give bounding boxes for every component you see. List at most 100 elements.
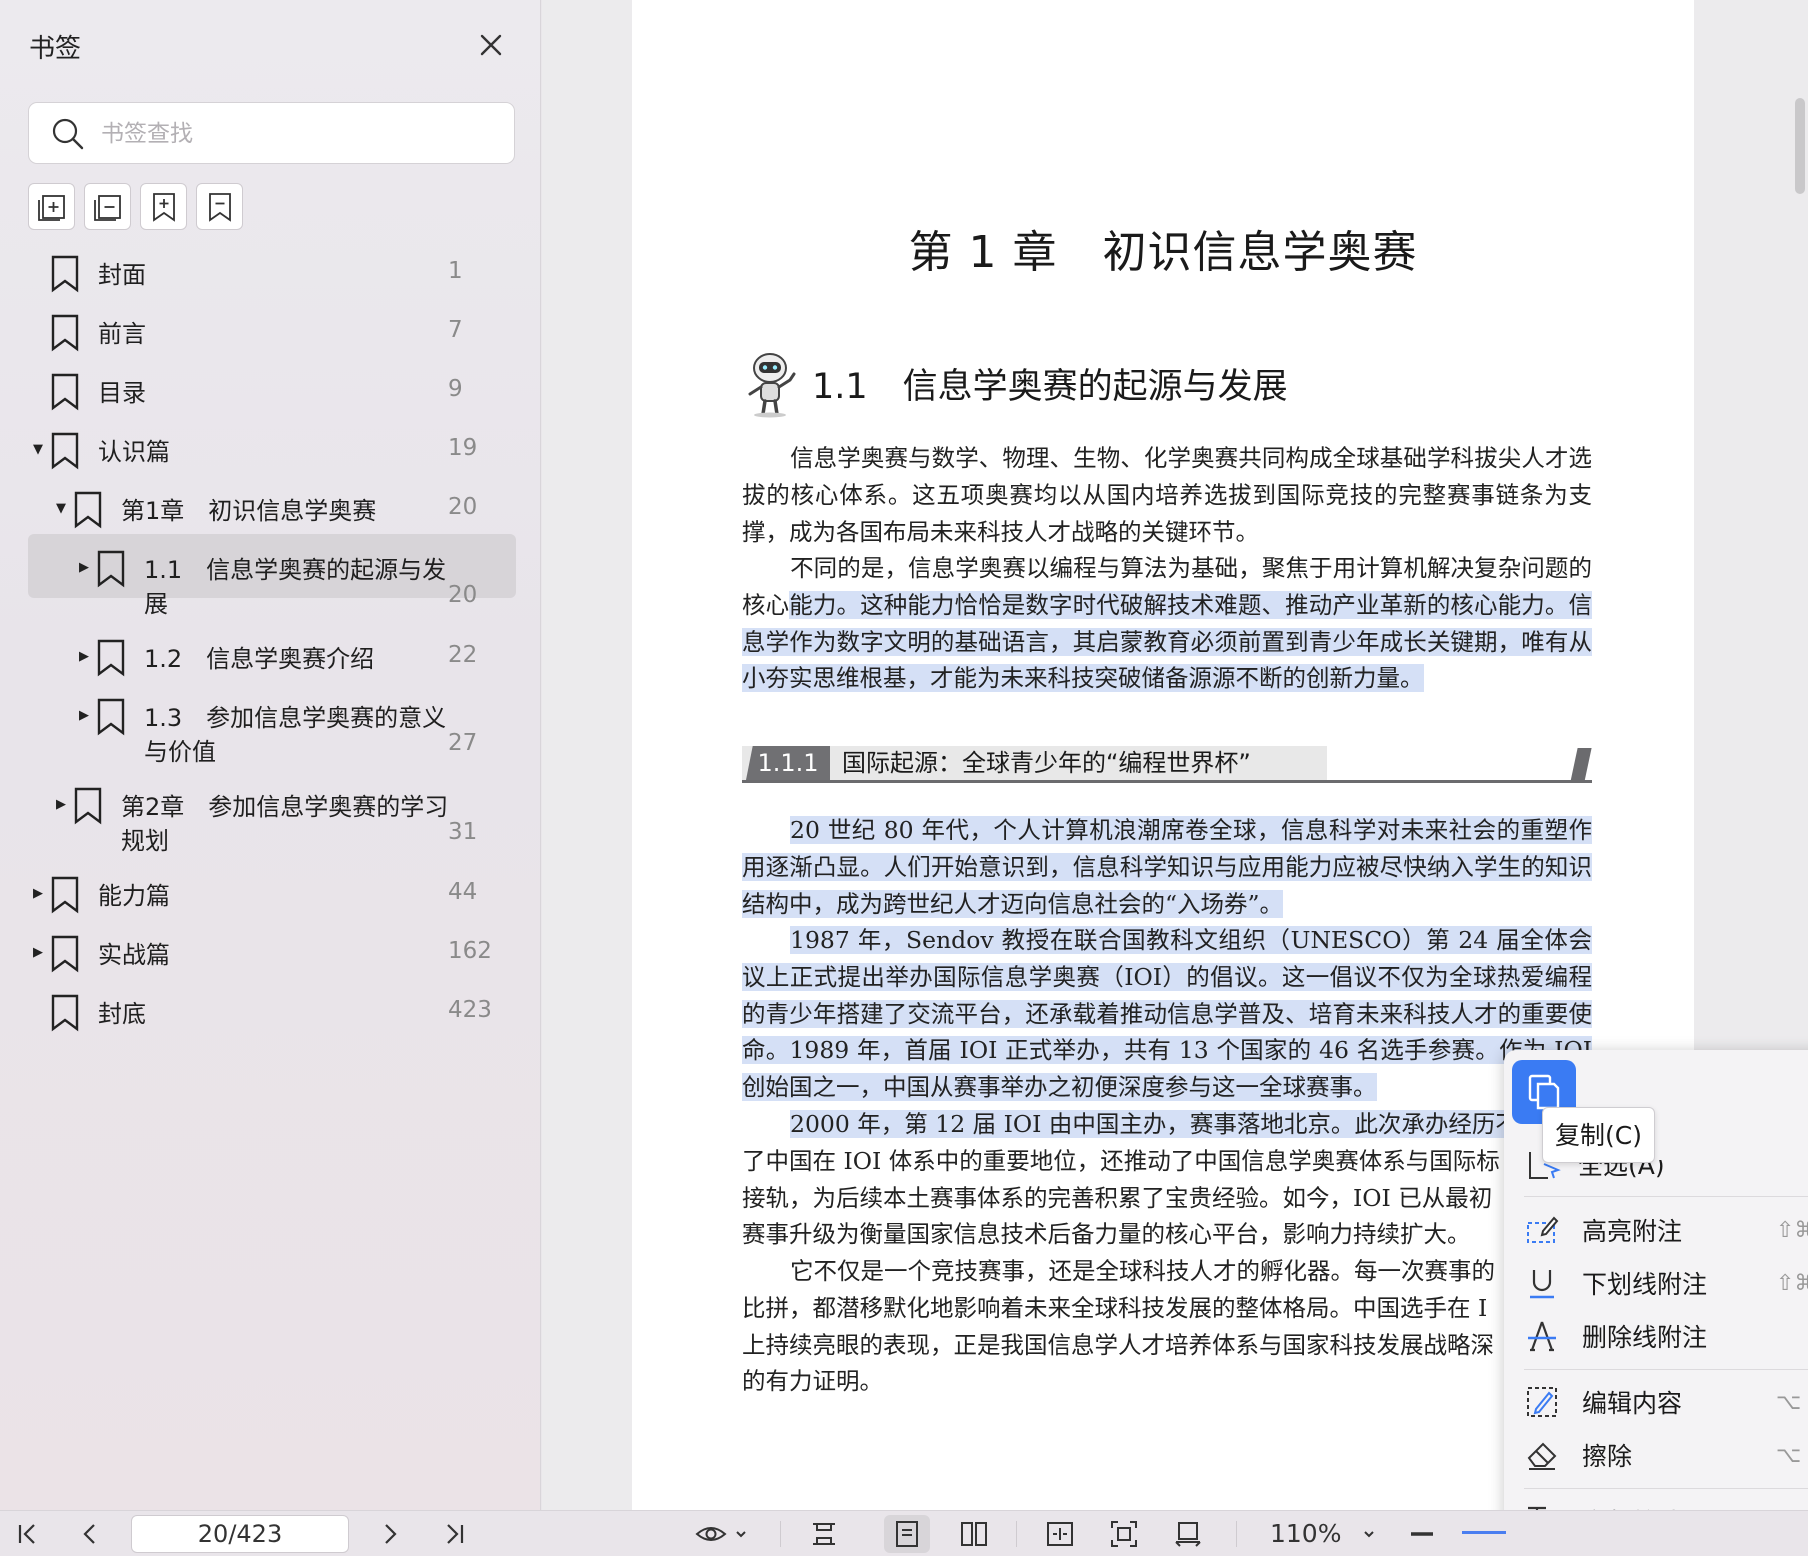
paragraph-3[interactable]: 20 世纪 80 年代，个人计算机浪潮席卷全球，信息科学对未来社会的重塑作用逐渐… [742,812,1592,922]
menu-item-strikethrough-note[interactable]: 删除线附注 [1524,1318,1707,1354]
paragraph-5[interactable]: 2000 年，第 12 届 IOI 由中国主办，赛事落地北京。此次承办经历不 了… [742,1106,1592,1253]
panel-title: 书签 [29,34,82,64]
menu-item-label: 编辑内容 [1582,1389,1683,1418]
paragraph-1[interactable]: 信息学奥赛与数学、物理、生物、化学奥赛共同构成全球基础学科拔尖人才选拔的核心体系… [742,440,1592,550]
bookmark-label-line: 1.1 信息学奥赛的起源与发 [144,556,447,584]
menu-item-edit-content[interactable]: 编辑内容 ⌥ [1524,1384,1801,1420]
bookmark-page-number: 162 [448,938,492,964]
paragraph-6[interactable]: 它不仅是一个竞技赛事，还是全球科技人才的孵化器。每一次赛事的 比拼，都潜移默化地… [742,1253,1592,1400]
expand-all-button[interactable] [28,183,75,230]
search-icon [52,118,84,150]
page-number-input[interactable]: 20/423 [131,1515,349,1553]
bookmark-icon [97,698,125,736]
bookmark-icon [51,373,79,411]
zoom-dropdown[interactable] [1354,1511,1384,1556]
selected-text: 1987 年，Sendov 教授在联合国教科文组织（UNESCO）第 24 届全… [742,926,1592,1102]
minus-icon [1411,1532,1433,1536]
close-icon[interactable] [474,28,508,62]
menu-item-shortcut: ⌥ [1776,1389,1802,1415]
bookmark-label: 认识篇 [98,438,170,466]
continuous-scroll-button[interactable] [806,1511,842,1556]
single-page-button[interactable] [884,1515,930,1553]
subsection-heading: 1.1.1 国际起源：全球青少年的“编程世界杯” [742,746,1592,786]
collapse-all-button[interactable] [84,183,131,230]
rotate-page-button[interactable] [1170,1511,1206,1556]
paragraph-4[interactable]: 1987 年，Sendov 教授在联合国教科文组织（UNESCO）第 24 届全… [742,922,1592,1106]
chevron-left-icon [83,1524,95,1544]
expand-triangle-icon[interactable]: ▶ [76,701,92,729]
add-bookmark-button[interactable] [140,183,187,230]
bookmark-icon [51,255,79,293]
two-page-button[interactable] [956,1511,992,1556]
zoom-level[interactable]: 110% [1270,1511,1341,1556]
first-page-button[interactable] [10,1511,46,1556]
bookmark-search-input[interactable] [101,115,491,153]
paragraph-2[interactable]: 不同的是，信息学奥赛以编程与算法为基础，聚焦于用计算机解决复杂问题的核心能力。这… [742,550,1593,697]
previous-page-button[interactable] [72,1511,108,1556]
strikethrough-icon [1528,1321,1556,1352]
chevron-right-icon [385,1524,397,1544]
bookmark-icon [74,491,102,529]
bookmark-label: 能力篇 [98,882,170,910]
menu-item-erase[interactable]: 擦除 ⌥ [1524,1437,1801,1473]
menu-item-label: 下划线附注 [1582,1270,1708,1299]
chapter-title: 第 1 章 初识信息学奥赛 [908,227,1418,278]
fit-page-icon [1111,1521,1137,1547]
menu-item-underline-note[interactable]: 下划线附注 ⇧⌘ [1524,1265,1808,1301]
bookmark-item[interactable]: 封面 [30,255,146,293]
expand-triangle-icon[interactable]: ▶ [53,790,69,818]
bookmark-search-box[interactable] [28,102,515,164]
two-page-icon [961,1522,987,1546]
paragraph-line: 赛事升级为衡量国家信息技术后备力量的核心平台，影响力持续扩大。 [742,1220,1471,1249]
bookmark-page-number: 7 [448,317,463,343]
bookmark-label-line: 展 [144,590,168,618]
bookmark-item[interactable]: ▶ 1.1 信息学奥赛的起源与发展 [76,550,447,621]
bookmark-page-number: 9 [448,376,463,402]
bookmark-item[interactable]: ▶ 能力篇 [30,876,170,914]
menu-item-highlight-note[interactable]: 高亮附注 ⇧⌘ [1524,1212,1808,1248]
zoom-out-button[interactable] [1404,1511,1440,1556]
toolbar-separator [780,1521,781,1547]
collapse-triangle-icon[interactable]: ▼ [30,435,46,463]
bookmark-item[interactable]: ▼ 认识篇 [30,432,170,470]
expand-triangle-icon[interactable]: ▶ [76,642,92,670]
zoom-slider[interactable] [1462,1531,1506,1534]
paragraph-line: 它不仅是一个竞技赛事，还是全球科技人才的孵化器。每一次赛事的 [790,1257,1495,1285]
bookmark-item[interactable]: 前言 [30,314,146,352]
bookmark-item[interactable]: ▼ 第1章 初识信息学奥赛 [53,491,376,529]
reading-mode-button[interactable] [690,1511,754,1556]
bookmark-page-number: 31 [448,819,478,845]
bookmark-item[interactable]: ▶ 第2章 参加信息学奥赛的学习 规划 [53,787,448,858]
next-page-button[interactable] [372,1511,408,1556]
collapse-triangle-icon[interactable]: ▼ [53,494,69,522]
bottom-toolbar: 20/423 110% [0,1510,1808,1556]
toolbar-separator [1236,1521,1237,1547]
bookmark-label: 第2章 参加信息学奥赛的学习 规划 [121,790,448,858]
copy-icon [1528,1074,1560,1110]
expand-triangle-icon[interactable]: ▶ [76,553,92,581]
bookmark-label: 实战篇 [98,941,170,969]
selected-text: 2000 年，第 12 届 IOI 由中国主办，赛事落地北京。此次承办经历不 [790,1110,1519,1138]
expand-triangle-icon[interactable]: ▶ [30,938,46,966]
fit-width-button[interactable] [1042,1511,1078,1556]
bookmark-item[interactable]: ▶ 1.3 参加信息学奥赛的意义 与价值 [76,698,446,769]
robot-icon [748,353,796,418]
bookmark-item[interactable]: ▶ 实战篇 [30,935,170,973]
remove-bookmark-button[interactable] [196,183,243,230]
fit-width-icon [1047,1522,1073,1546]
bookmark-item[interactable]: 封底 [30,994,146,1032]
last-page-button[interactable] [436,1511,472,1556]
fit-page-button[interactable] [1106,1511,1142,1556]
bookmark-page-number: 19 [448,435,478,461]
bookmark-page-number: 22 [448,642,478,668]
vertical-scrollbar-thumb[interactable] [1795,98,1805,194]
paragraph-line: 接轨，为后续本土赛事体系的完善积累了宝贵经验。如今，IOI 已从最初 [742,1183,1493,1212]
bookmark-label: 封面 [98,261,146,289]
bookmark-toolbar [28,183,243,230]
bookmark-item[interactable]: ▶ 1.2 信息学奥赛介绍 [76,639,374,677]
bookmark-page-number: 1 [448,258,463,284]
copy-tooltip: 复制(C) [1542,1107,1655,1163]
bookmark-item[interactable]: 目录 [30,373,146,411]
expand-triangle-icon[interactable]: ▶ [30,879,46,907]
add-bookmark-icon [152,192,175,222]
